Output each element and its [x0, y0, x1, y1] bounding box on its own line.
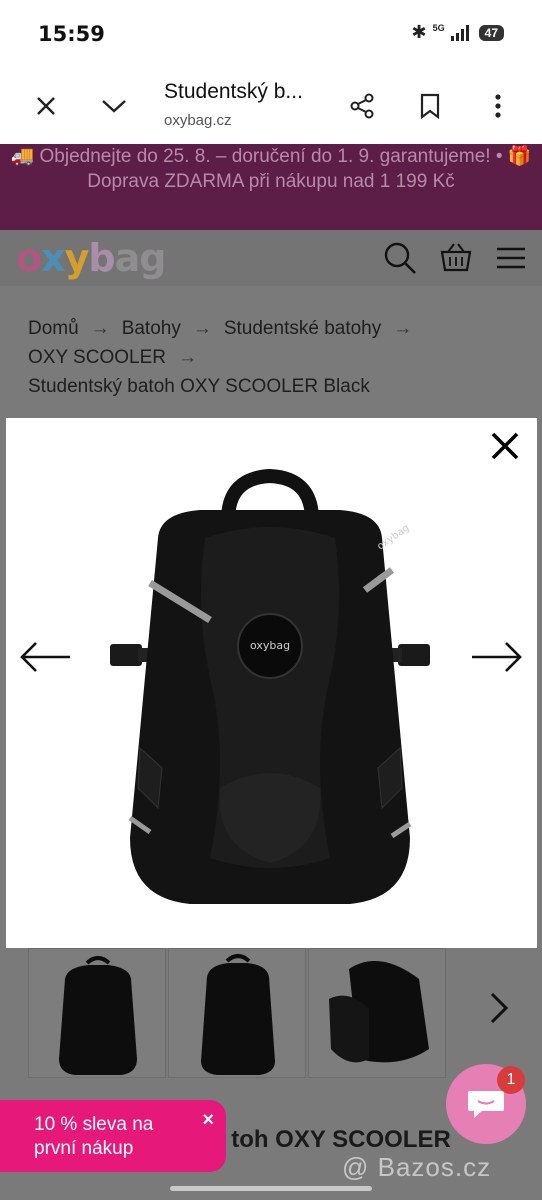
chevron-right-icon — [490, 992, 509, 1024]
breadcrumb: Domů → Batohy → Studentské batohy → OXY SCOOL… — [0, 286, 542, 418]
backpack-thumbnail — [59, 956, 137, 1075]
thumbnail[interactable] — [308, 948, 446, 1078]
chevron-down-icon — [102, 100, 126, 113]
basket-icon — [440, 243, 472, 272]
thumbnail[interactable] — [168, 948, 306, 1078]
browser-toolbar: Studentský b... oxybag.cz — [0, 68, 542, 144]
lightbox-close-button[interactable] — [487, 428, 523, 464]
chat-notification-badge: 1 — [497, 1066, 525, 1094]
next-image-button[interactable] — [470, 640, 524, 674]
breadcrumb-current: Studentský batoh OXY SCOOLER Black — [28, 376, 370, 397]
previous-image-button[interactable] — [18, 640, 72, 674]
logo-letter: b — [88, 236, 115, 280]
close-tab-button[interactable] — [26, 86, 66, 126]
thumbnail[interactable] — [28, 948, 166, 1078]
oxybag-logo[interactable]: oxybag — [16, 236, 167, 280]
bookmark-button[interactable] — [410, 86, 450, 126]
breadcrumb-separator: → — [192, 318, 212, 339]
image-lightbox: oxybag oxybag — [6, 418, 537, 948]
thumbnail-strip — [28, 948, 542, 1080]
bookmark-icon — [420, 93, 440, 119]
breadcrumb-item[interactable]: Domů — [28, 318, 79, 339]
breadcrumb-separator: → — [393, 318, 413, 339]
network-type: 5G — [432, 22, 445, 33]
signal-icon — [450, 24, 469, 41]
thumbnail-next-button[interactable] — [484, 988, 514, 1028]
chat-bubble-icon — [468, 1091, 504, 1118]
backpack-image: oxybag oxybag — [110, 468, 430, 904]
status-icons: ✱ 5G 47 — [412, 22, 504, 43]
breadcrumb-item[interactable]: OXY SCOOLER — [28, 347, 166, 368]
breadcrumb-item[interactable]: Batohy — [122, 318, 181, 339]
backpack-open-thumbnail — [329, 961, 429, 1063]
arrow-right-icon — [472, 642, 522, 672]
backpack-thumbnail — [201, 954, 275, 1075]
svg-text:oxybag: oxybag — [250, 639, 290, 652]
arrow-left-icon — [20, 642, 70, 672]
logo-letter: ag — [114, 236, 167, 280]
share-icon — [350, 93, 374, 119]
basket-button[interactable] — [438, 240, 474, 276]
breadcrumb-separator: → — [177, 347, 197, 368]
discount-line-1: 10 % sleva na — [34, 1114, 154, 1135]
discount-popup[interactable]: 10 % sleva na první nákup × — [0, 1100, 226, 1172]
status-time: 15:59 — [38, 22, 105, 46]
more-vertical-icon — [495, 94, 501, 118]
logo-letter: y — [64, 236, 90, 280]
search-icon — [384, 242, 416, 274]
discount-close-button[interactable]: × — [202, 1108, 214, 1132]
logo-letter: x — [41, 236, 65, 280]
hamburger-icon — [497, 247, 525, 269]
discount-line-2: první nákup — [34, 1138, 134, 1159]
bluetooth-icon: ✱ — [411, 22, 427, 42]
page-title: Studentský b... — [164, 80, 303, 103]
watermark: @ Bazos.cz — [342, 1152, 492, 1182]
breadcrumb-item[interactable]: Studentské batohy — [224, 318, 381, 339]
close-icon — [37, 97, 55, 115]
status-bar: 15:59 ✱ 5G 47 — [0, 0, 542, 68]
search-button[interactable] — [382, 240, 418, 276]
expand-button[interactable] — [94, 86, 134, 126]
logo-letter: o — [16, 236, 42, 280]
share-button[interactable] — [342, 86, 382, 126]
promo-banner: 🚚 Objednejte do 25. 8. – doručení do 1. … — [0, 144, 542, 230]
close-icon — [491, 432, 519, 460]
home-indicator[interactable] — [170, 1186, 372, 1191]
page-url[interactable]: oxybag.cz — [164, 112, 232, 129]
breadcrumb-separator: → — [90, 318, 110, 339]
more-menu-button[interactable] — [478, 86, 518, 126]
hamburger-menu-button[interactable] — [494, 240, 530, 276]
site-header: oxybag — [0, 230, 542, 286]
battery-level: 47 — [478, 24, 504, 41]
